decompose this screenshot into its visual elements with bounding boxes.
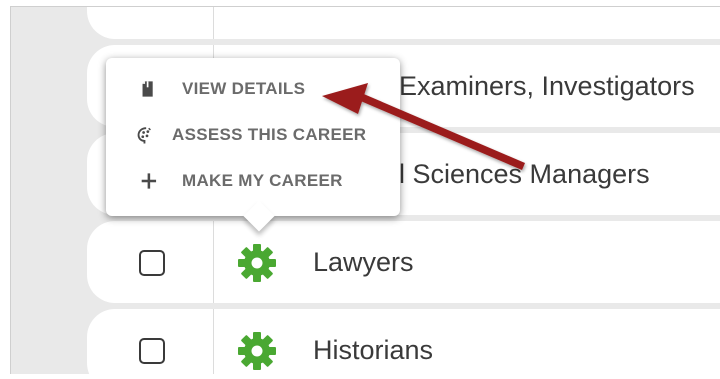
annotation-arrow [322, 83, 525, 170]
